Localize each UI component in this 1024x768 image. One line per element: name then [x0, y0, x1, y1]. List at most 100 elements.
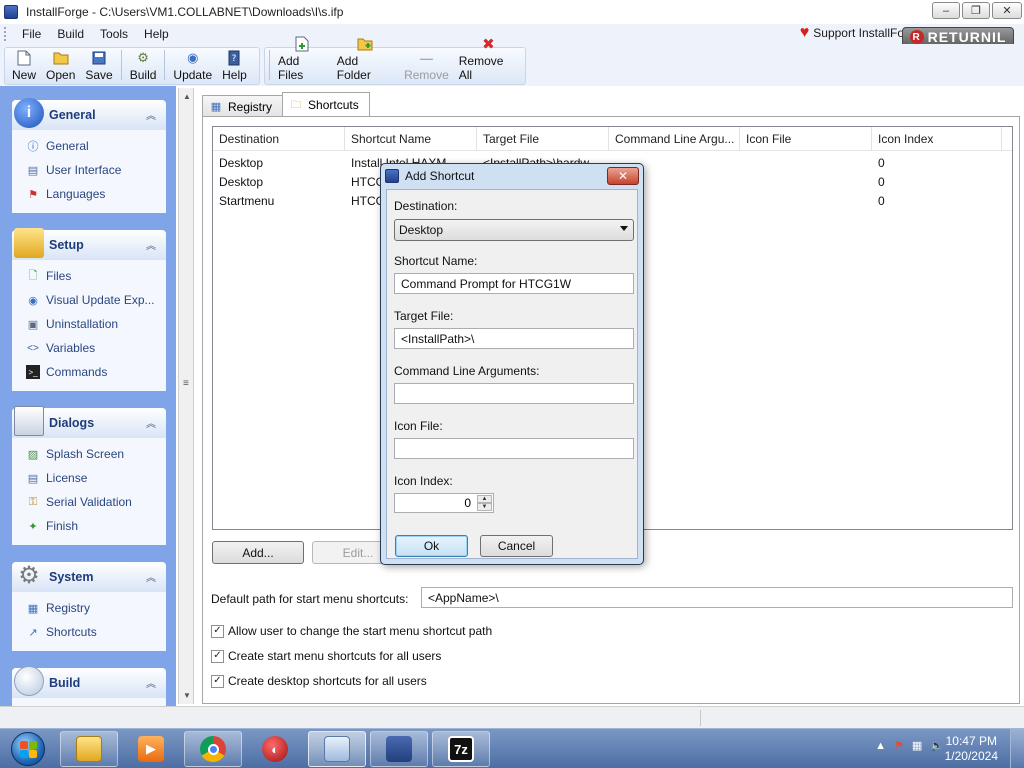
- column-header-destination[interactable]: Destination: [213, 127, 345, 151]
- network-icon[interactable]: ▦: [912, 739, 922, 752]
- add-shortcut-button[interactable]: Add...: [212, 541, 304, 564]
- icon-index-stepper[interactable]: 0 ▲ ▼: [394, 493, 494, 513]
- taskbar-7zip[interactable]: 7z: [432, 731, 490, 767]
- new-button[interactable]: New: [7, 50, 41, 82]
- taskbar-installforge[interactable]: [308, 731, 366, 767]
- update-label: Update: [173, 68, 213, 82]
- allow-change-checkbox-row[interactable]: ✓ Allow user to change the start menu sh…: [211, 624, 492, 638]
- code-brackets-icon: <>: [27, 342, 39, 354]
- ok-button[interactable]: Ok: [395, 535, 468, 557]
- show-desktop-button[interactable]: [1010, 729, 1024, 768]
- taskbar-explorer[interactable]: [60, 731, 118, 767]
- cmd-args-input[interactable]: [394, 383, 634, 404]
- scroll-grip-icon[interactable]: ≡: [183, 378, 189, 389]
- taskbar-visual-studio[interactable]: [370, 731, 428, 767]
- tab-registry[interactable]: ▦ Registry: [202, 95, 284, 117]
- panel-header-system[interactable]: ⚙ System ︽: [12, 562, 166, 592]
- column-header-target-file[interactable]: Target File: [477, 127, 609, 151]
- sidebar-item-label: Files: [46, 269, 72, 283]
- menu-tools[interactable]: Tools: [92, 27, 136, 41]
- sidebar-item-shortcuts[interactable]: ↗ Shortcuts: [12, 620, 166, 644]
- target-file-input[interactable]: <InstallPath>\: [394, 328, 634, 349]
- column-header-shortcut-name[interactable]: Shortcut Name: [345, 127, 477, 151]
- cell-icon-index: 0: [878, 193, 885, 208]
- show-hidden-icons-arrow-icon[interactable]: ▲: [875, 740, 886, 752]
- close-button[interactable]: ✕: [992, 2, 1022, 19]
- sidebar-item-registry[interactable]: ▦ Registry: [12, 596, 166, 620]
- panel-header-dialogs[interactable]: Dialogs ︽: [12, 406, 166, 438]
- cancel-button[interactable]: Cancel: [480, 535, 553, 557]
- window-title: InstallForge - C:\Users\VM1.COLLABNET\Do…: [26, 5, 344, 19]
- heart-icon: ♥: [799, 24, 810, 41]
- panel-header-setup[interactable]: Setup ︽: [12, 228, 166, 260]
- build-label: Build: [129, 68, 157, 82]
- sidebar-item-commands[interactable]: >_ Commands: [12, 360, 166, 384]
- sidebar-item-license[interactable]: ▤ License: [12, 466, 166, 490]
- stepper-down-icon[interactable]: ▼: [477, 503, 492, 511]
- maximize-button[interactable]: ❐: [962, 2, 990, 19]
- collapse-chevron-icon[interactable]: ︽: [146, 237, 156, 252]
- collapse-chevron-icon[interactable]: ︽: [146, 415, 156, 430]
- dialog-title-bar[interactable]: Add Shortcut: [381, 164, 643, 188]
- startmenu-all-users-checkbox[interactable]: ✓: [211, 649, 224, 663]
- desktop-all-users-checkbox-row[interactable]: ✓ Create desktop shortcuts for all users: [211, 674, 427, 688]
- sidebar-item-general[interactable]: ⓘ General: [12, 134, 166, 158]
- remove-all-button[interactable]: ✖ Remove All: [454, 36, 523, 82]
- add-folder-button[interactable]: Add Folder: [332, 36, 399, 82]
- volume-muted-icon[interactable]: 🔈: [930, 739, 944, 752]
- open-button[interactable]: Open: [41, 50, 80, 82]
- column-header-cmd-args[interactable]: Command Line Argu...: [609, 127, 740, 151]
- shortcut-name-input[interactable]: Command Prompt for HTCG1W: [394, 273, 634, 294]
- dialog-close-button[interactable]: ✕: [607, 167, 639, 185]
- desktop-all-users-checkbox[interactable]: ✓: [211, 674, 224, 688]
- stepper-up-icon[interactable]: ▲: [477, 495, 492, 503]
- startmenu-all-users-checkbox-row[interactable]: ✓ Create start menu shortcuts for all us…: [211, 649, 441, 663]
- start-button[interactable]: [4, 730, 52, 768]
- sidebar-item-languages[interactable]: ⚑ Languages: [12, 182, 166, 206]
- sidebar-scrollbar[interactable]: ▲ ≡ ▼: [178, 88, 194, 704]
- sidebar-item-splash-screen[interactable]: ▨ Splash Screen: [12, 442, 166, 466]
- menu-help[interactable]: Help: [136, 27, 177, 41]
- sidebar-item-user-interface[interactable]: ▤ User Interface: [12, 158, 166, 182]
- sidebar-item-visual-update[interactable]: ◉ Visual Update Exp...: [12, 288, 166, 312]
- scroll-up-arrow-icon[interactable]: ▲: [183, 92, 191, 101]
- sidebar-item-serial-validation[interactable]: ⚿ Serial Validation: [12, 490, 166, 514]
- dialog-window-icon: [14, 406, 44, 436]
- tab-shortcuts[interactable]: 🗀 Shortcuts: [282, 92, 370, 117]
- destination-select[interactable]: Desktop: [394, 219, 634, 241]
- column-header-icon-file[interactable]: Icon File: [740, 127, 872, 151]
- taskbar-media-player[interactable]: ▶: [122, 731, 180, 767]
- update-button[interactable]: ◉ Update: [168, 50, 217, 82]
- start-menu-path-input[interactable]: <AppName>\: [421, 587, 1013, 608]
- panel-header-build[interactable]: Build ︽: [12, 666, 166, 698]
- scroll-down-arrow-icon[interactable]: ▼: [183, 691, 191, 700]
- add-files-button[interactable]: Add Files: [273, 36, 332, 82]
- taskbar-chrome[interactable]: [184, 731, 242, 767]
- sidebar-item-files[interactable]: 🗋 Files: [12, 264, 166, 288]
- menu-file[interactable]: File: [14, 27, 49, 41]
- collapse-chevron-icon[interactable]: ︽: [146, 675, 156, 690]
- sidebar-item-finish[interactable]: ✦ Finish: [12, 514, 166, 538]
- remove-button[interactable]: — Remove: [399, 50, 454, 83]
- shortcut-name-label: Shortcut Name:: [394, 254, 478, 268]
- icon-file-input[interactable]: [394, 438, 634, 459]
- help-button[interactable]: ? Help: [217, 50, 252, 82]
- action-center-flag-icon[interactable]: ⚑: [894, 739, 904, 752]
- support-link[interactable]: ♥ Support InstallFo: [799, 24, 904, 41]
- build-button[interactable]: ⚙ Build: [125, 50, 162, 82]
- collapse-chevron-icon[interactable]: ︽: [146, 107, 156, 122]
- collapse-chevron-icon[interactable]: ︽: [146, 569, 156, 584]
- taskbar-clock[interactable]: 10:47 PM 1/20/2024: [945, 734, 998, 764]
- taskbar-returnil[interactable]: ◐: [246, 731, 304, 767]
- column-header-icon-index[interactable]: Icon Index: [872, 127, 1002, 151]
- panel-header-general[interactable]: i General ︽: [12, 98, 166, 130]
- save-button[interactable]: Save: [80, 50, 117, 82]
- save-label: Save: [85, 68, 113, 82]
- menu-build[interactable]: Build: [49, 27, 92, 41]
- sidebar-item-uninstallation[interactable]: ▣ Uninstallation: [12, 312, 166, 336]
- sidebar-item-variables[interactable]: <> Variables: [12, 336, 166, 360]
- minimize-button[interactable]: –: [932, 2, 960, 19]
- sidebar-item-label: Visual Update Exp...: [46, 293, 155, 307]
- update-icon: ◉: [187, 50, 199, 65]
- allow-change-checkbox[interactable]: ✓: [211, 624, 224, 638]
